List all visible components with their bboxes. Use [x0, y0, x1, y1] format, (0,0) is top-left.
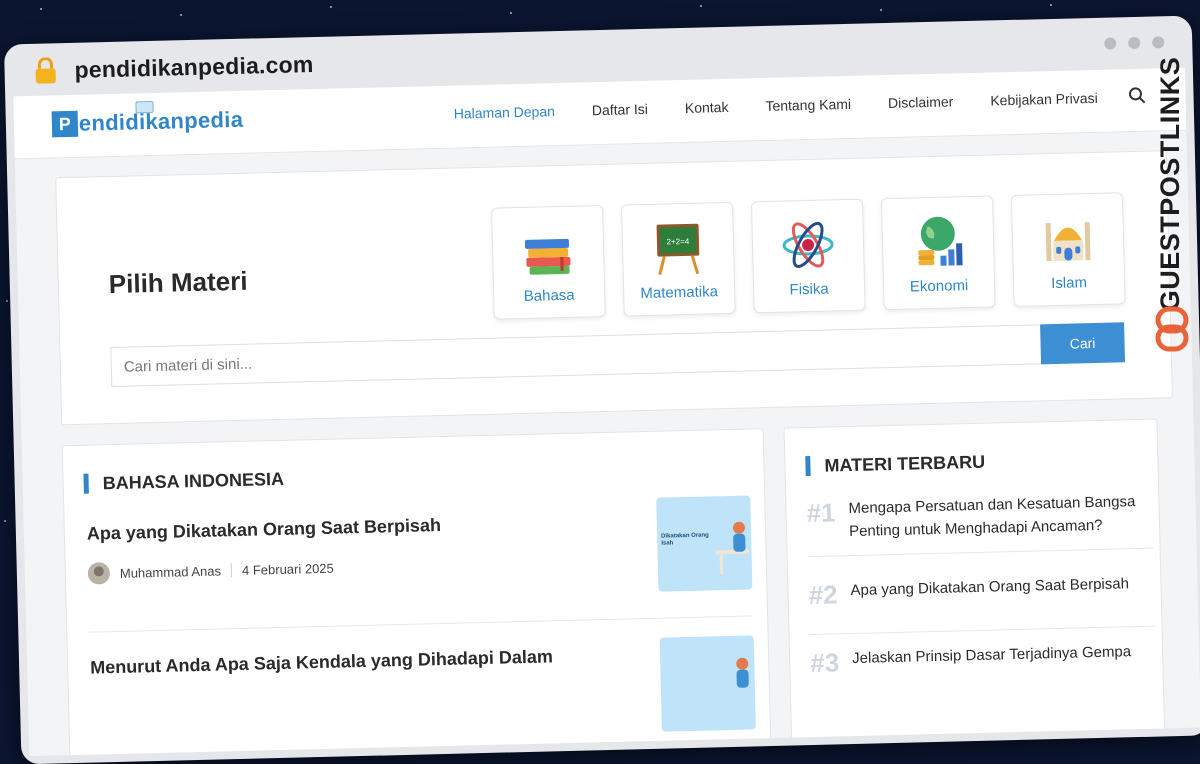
post-thumbnail[interactable]: Dikatakan Orang Isah — [656, 495, 753, 592]
category-section: BAHASA INDONESIA Apa yang Dikatakan Oran… — [61, 428, 772, 757]
browser-frame: pendidikanpedia.com P endidikanpedia Hal… — [3, 15, 1200, 764]
window-dot-2[interactable] — [1128, 36, 1141, 50]
menu-item-kebijakan-privasi[interactable]: Kebijakan Privasi — [990, 90, 1098, 109]
post-meta: Muhammad Anas 4 Februari 2025 — [87, 546, 752, 585]
meta-divider — [230, 563, 233, 578]
logo-letter: P — [51, 110, 79, 138]
chalkboard-icon: 2+2=4 — [656, 223, 700, 275]
section-title: BAHASA INDONESIA — [83, 468, 284, 494]
window-dot-3[interactable] — [1152, 36, 1165, 49]
subject-bahasa[interactable]: Bahasa — [491, 204, 606, 320]
latest-item[interactable]: #3 Jelaskan Prinsip Dasar Terjadinya Gem… — [810, 640, 1147, 679]
menu-item-disclaimer[interactable]: Disclaimer — [888, 93, 954, 111]
material-search: Cari — [110, 322, 1126, 388]
books-icon — [524, 238, 571, 275]
subject-list: Bahasa 2+2=4 Matematika Fisika Ekonomi I… — [491, 192, 1126, 320]
subject-ekonomi[interactable]: Ekonomi — [880, 195, 996, 311]
post-item: Menurut Anda Apa Saja Kendala yang Dihad… — [90, 641, 754, 678]
illustration-icon — [736, 657, 749, 688]
menu-item-home[interactable]: Halaman Depan — [454, 103, 556, 121]
subject-label: Islam — [1050, 274, 1088, 293]
menu-item-kontak[interactable]: Kontak — [685, 99, 729, 116]
search-input[interactable] — [110, 324, 1042, 388]
post-title[interactable]: Menurut Anda Apa Saja Kendala yang Dihad… — [90, 641, 754, 678]
page-viewport: P endidikanpedia Halaman Depan Daftar Is… — [13, 67, 1200, 757]
watermark-text: GUESTPOSTLINKS — [1155, 56, 1185, 312]
rank-number: #1 — [806, 497, 836, 529]
window-controls — [1104, 36, 1165, 50]
thumbnail-caption: Dikatakan Orang Isah — [661, 532, 709, 547]
link-logo-icon — [1155, 306, 1189, 352]
lock-icon — [35, 57, 56, 84]
subject-label: Matematika — [640, 283, 719, 303]
site-logo[interactable]: P endidikanpedia — [51, 100, 244, 138]
post-title[interactable]: Apa yang Dikatakan Orang Saat Berpisah — [87, 507, 751, 544]
latest-title[interactable]: Apa yang Dikatakan Orang Saat Berpisah — [850, 572, 1129, 610]
latest-title[interactable]: Jelaskan Prinsip Dasar Terjadinya Gempa — [852, 640, 1132, 678]
logo-text: endidikanpedia — [78, 106, 244, 136]
subject-label: Ekonomi — [909, 277, 969, 296]
page-title: Pilih Materi — [108, 265, 248, 300]
subject-label: Bahasa — [523, 286, 575, 305]
window-dot-1[interactable] — [1104, 37, 1117, 50]
search-button[interactable]: Cari — [1040, 322, 1126, 365]
watermark: GUESTPOSTLINKS — [1148, 57, 1196, 358]
latest-item[interactable]: #1 Mengapa Persatuan dan Kesatuan Bangsa… — [806, 490, 1143, 544]
subject-fisika[interactable]: Fisika — [750, 198, 866, 314]
list-divider — [807, 547, 1154, 558]
list-divider — [809, 625, 1156, 636]
svg-text:2+2=4: 2+2=4 — [666, 237, 689, 247]
subject-islam[interactable]: Islam — [1010, 192, 1126, 307]
post-author[interactable]: Muhammad Anas — [120, 563, 222, 580]
latest-title[interactable]: Mengapa Persatuan dan Kesatuan Bangsa Pe… — [848, 490, 1143, 543]
rank-number: #3 — [809, 647, 840, 679]
post-thumbnail[interactable] — [659, 635, 756, 732]
latest-item[interactable]: #2 Apa yang Dikatakan Orang Saat Berpisa… — [808, 572, 1145, 611]
illustration-icon — [715, 521, 750, 575]
book-icon — [135, 100, 154, 114]
latest-materials-widget: MATERI TERBARU #1 Mengapa Persatuan dan … — [783, 418, 1166, 750]
search-icon[interactable] — [1127, 86, 1147, 106]
main-menu: Halaman Depan Daftar Isi Kontak Tentang … — [454, 89, 1135, 122]
subject-matematika[interactable]: 2+2=4 Matematika — [621, 201, 736, 317]
avatar — [87, 562, 111, 585]
address-bar-url[interactable]: pendidikanpedia.com — [74, 51, 314, 84]
subject-picker-card: Pilih Materi Bahasa 2+2=4 Matematika Fis… — [55, 150, 1173, 426]
browser-window: pendidikanpedia.com P endidikanpedia Hal… — [0, 0, 1200, 764]
post-divider — [89, 615, 754, 633]
menu-item-daftar-isi[interactable]: Daftar Isi — [592, 101, 648, 118]
section-title: MATERI TERBARU — [805, 451, 986, 477]
menu-item-tentang-kami[interactable]: Tentang Kami — [765, 96, 851, 114]
post-item: Apa yang Dikatakan Orang Saat Berpisah M… — [87, 507, 752, 585]
rank-number: #2 — [808, 579, 838, 611]
subject-label: Fisika — [789, 280, 829, 299]
mosque-icon — [1045, 222, 1091, 262]
post-date: 4 Februari 2025 — [241, 560, 334, 578]
globe-coins-icon — [918, 216, 963, 266]
atom-icon — [782, 221, 834, 268]
